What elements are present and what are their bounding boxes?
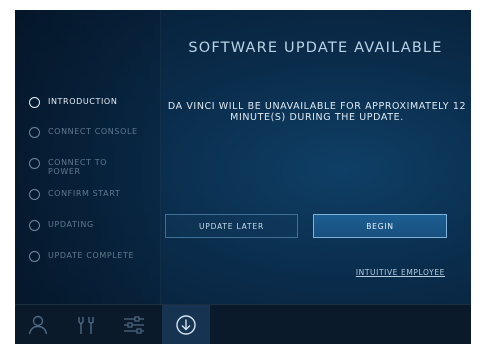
step-label: CONNECT CONSOLE <box>48 127 138 136</box>
page-title: SOFTWARE UPDATE AVAILABLE <box>188 40 443 56</box>
tab-user[interactable] <box>15 305 60 344</box>
step-label: CONFIRM START <box>48 189 121 198</box>
step-indicator-icon <box>29 251 40 262</box>
step-label: CONNECT TO POWER <box>48 158 108 176</box>
step-indicator-icon <box>29 220 40 231</box>
step-label: UPDATING <box>48 220 94 229</box>
step-label: INTRODUCTION <box>48 97 118 106</box>
step-update-complete: UPDATE COMPLETE <box>29 251 159 262</box>
intuitive-employee-link[interactable]: INTUITIVE EMPLOYEE <box>356 268 445 277</box>
step-updating: UPDATING <box>29 220 159 231</box>
tools-icon <box>77 317 94 334</box>
bottom-tab-bar <box>15 304 471 344</box>
steps-sidebar: INTRODUCTION CONNECT CONSOLE CONNECT TO … <box>15 10 161 304</box>
tab-software-update[interactable] <box>162 305 210 344</box>
update-screen: INTRODUCTION CONNECT CONSOLE CONNECT TO … <box>15 10 471 344</box>
tab-tools[interactable] <box>63 305 108 344</box>
update-message: DA VINCI WILL BE UNAVAILABLE FOR APPROXI… <box>167 101 467 123</box>
step-indicator-icon <box>29 189 40 200</box>
settings-sliders-icon <box>123 316 144 334</box>
user-icon <box>28 315 47 335</box>
step-introduction: INTRODUCTION <box>29 97 159 108</box>
update-later-button[interactable]: UPDATE LATER <box>165 214 298 238</box>
step-indicator-icon <box>29 127 40 138</box>
step-indicator-icon <box>29 158 40 169</box>
tab-settings[interactable] <box>111 305 156 344</box>
step-connect-console: CONNECT CONSOLE <box>29 127 159 138</box>
step-label: UPDATE COMPLETE <box>48 251 135 260</box>
begin-button[interactable]: BEGIN <box>313 214 447 238</box>
download-icon <box>176 315 196 335</box>
step-connect-to-power: CONNECT TO POWER <box>29 158 159 176</box>
step-confirm-start: CONFIRM START <box>29 189 159 200</box>
step-indicator-icon <box>29 97 40 108</box>
